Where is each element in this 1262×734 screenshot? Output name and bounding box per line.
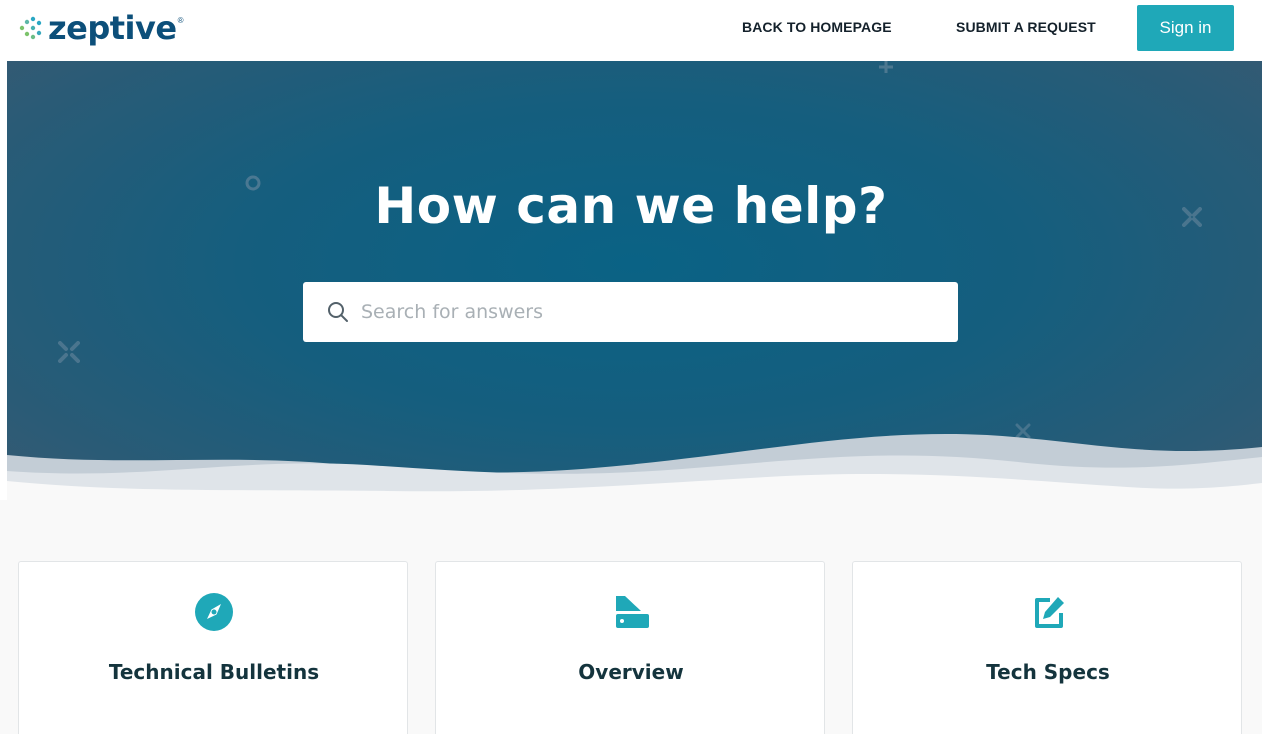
logo-dots-icon — [19, 16, 42, 40]
submit-request-link[interactable]: SUBMIT A REQUEST — [956, 19, 1096, 35]
category-card-tech-specs[interactable]: Tech Specs — [852, 561, 1242, 734]
category-card-technical-bulletins[interactable]: Technical Bulletins — [18, 561, 408, 734]
sign-in-button[interactable]: Sign in — [1137, 5, 1234, 51]
compass-icon — [195, 593, 233, 631]
category-title: Technical Bulletins — [108, 660, 320, 684]
search-bar[interactable] — [303, 282, 958, 342]
swatchbook-icon — [616, 596, 649, 628]
category-card-overview[interactable]: Overview — [435, 561, 825, 734]
logo-registered-mark: ® — [177, 16, 184, 25]
logo-text: zeptive — [48, 9, 177, 47]
edit-icon — [1035, 597, 1064, 628]
search-icon — [328, 302, 348, 322]
hero-waves — [7, 433, 1262, 511]
back-to-homepage-link[interactable]: BACK TO HOMEPAGE — [742, 19, 892, 35]
category-title: Tech Specs — [986, 660, 1110, 684]
search-input[interactable] — [361, 282, 941, 342]
plus-decor-icon — [879, 61, 893, 73]
x-decor-icon — [58, 341, 80, 363]
site-header: zeptive ® BACK TO HOMEPAGE SUBMIT A REQU… — [0, 0, 1262, 60]
zeptive-logo[interactable]: zeptive ® — [18, 8, 183, 48]
hero-title: How can we help? — [374, 177, 888, 235]
category-title: Overview — [578, 660, 684, 684]
